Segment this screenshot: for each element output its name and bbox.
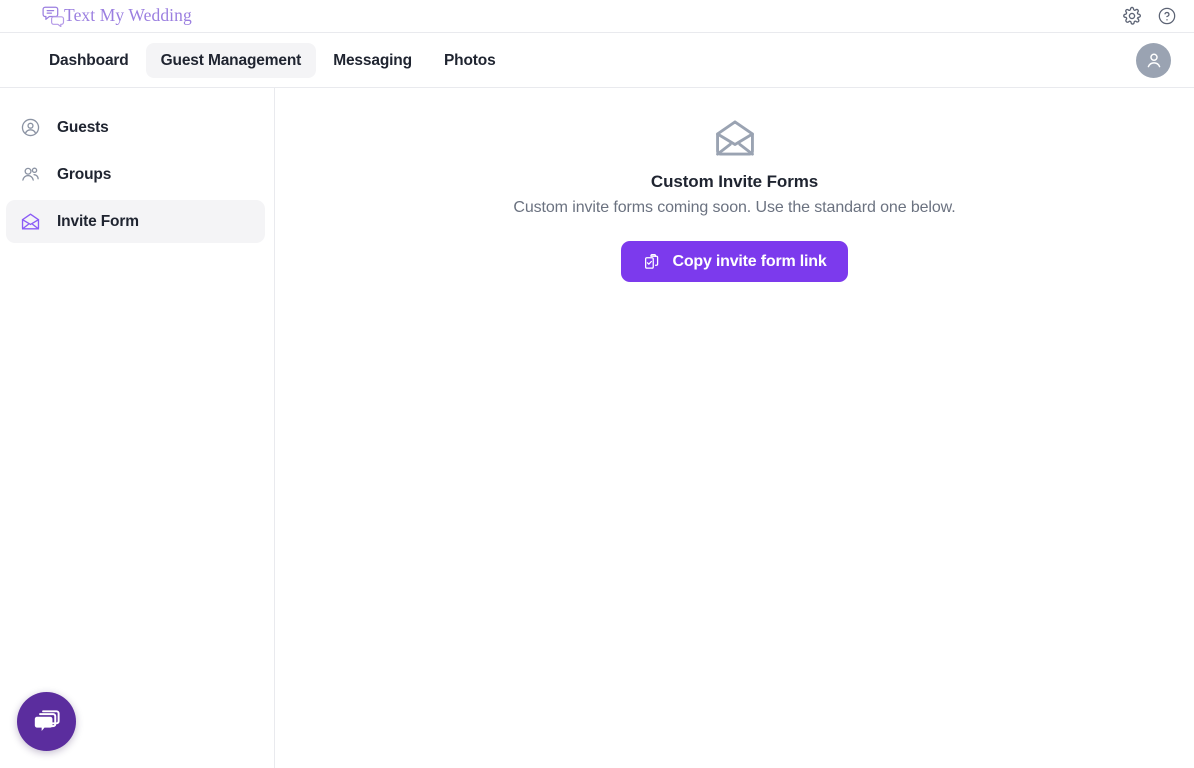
settings-button[interactable]: [1121, 5, 1143, 27]
sidebar-item-invite-form[interactable]: Invite Form: [6, 200, 265, 243]
page-description: Custom invite forms coming soon. Use the…: [513, 199, 956, 216]
copy-clipboard-icon: [642, 252, 661, 271]
help-button[interactable]: [1156, 5, 1178, 27]
brand-bar-actions: [1121, 5, 1178, 27]
user-circle-icon: [20, 117, 41, 138]
sidebar-item-label-groups: Groups: [57, 165, 112, 183]
open-envelope-icon: [712, 115, 758, 161]
nav-tabs: Dashboard Guest Management Messaging Pho…: [34, 42, 511, 78]
user-avatar-icon: [1143, 49, 1165, 71]
page-title: Custom Invite Forms: [650, 172, 819, 191]
chat-bubbles-icon: [42, 5, 66, 28]
main-content: Custom Invite Forms Custom invite forms …: [275, 88, 1194, 768]
main-navigation: Dashboard Guest Management Messaging Pho…: [0, 33, 1194, 88]
chat-widget-button[interactable]: [17, 692, 76, 751]
sidebar-item-groups[interactable]: Groups: [6, 153, 265, 196]
tab-photos[interactable]: Photos: [429, 43, 511, 78]
tab-dashboard[interactable]: Dashboard: [34, 43, 144, 78]
app-root: Text My Wedding Dashboard Guest Manageme…: [0, 0, 1194, 768]
sidebar-item-label-invite-form: Invite Form: [57, 212, 139, 230]
avatar[interactable]: [1136, 42, 1171, 78]
page-body: Guests Groups Invite Form Custom Invite …: [0, 88, 1194, 768]
custom-invite-forms-empty-state: Custom Invite Forms Custom invite forms …: [275, 115, 1194, 282]
brand-logo[interactable]: Text My Wedding: [42, 5, 192, 28]
brand-bar: Text My Wedding: [0, 0, 1194, 33]
tab-guest-management[interactable]: Guest Management: [145, 42, 317, 78]
users-icon: [20, 164, 41, 185]
question-circle-icon: [1157, 6, 1177, 26]
sidebar: Guests Groups Invite Form: [0, 88, 275, 768]
gear-icon: [1122, 6, 1142, 26]
copy-invite-form-link-label: Copy invite form link: [672, 252, 827, 270]
copy-invite-form-link-button[interactable]: Copy invite form link: [621, 241, 848, 282]
tab-messaging[interactable]: Messaging: [318, 43, 427, 78]
open-envelope-icon: [20, 211, 41, 232]
sidebar-item-guests[interactable]: Guests: [6, 106, 265, 149]
brand-name: Text My Wedding: [64, 5, 192, 26]
sidebar-item-label-guests: Guests: [57, 118, 109, 136]
chat-bubbles-icon: [31, 707, 63, 737]
